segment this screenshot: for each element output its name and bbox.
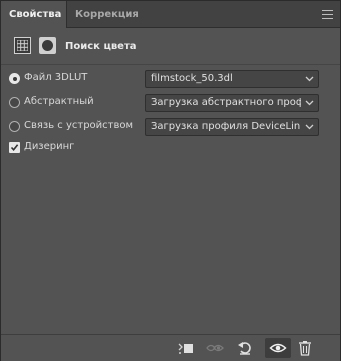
- reset-button[interactable]: [234, 338, 256, 358]
- view-previous-state-button[interactable]: [203, 338, 225, 358]
- radio-abstract[interactable]: [9, 97, 20, 108]
- radio-device-link[interactable]: [9, 121, 20, 132]
- delete-button[interactable]: [295, 338, 317, 358]
- dropdown-value: Загрузка профиля DeviceLink...: [151, 121, 301, 132]
- label-device-link: Связь с устройством: [24, 120, 134, 131]
- checkmark-icon: [10, 144, 19, 152]
- visibility-eye-icon: [269, 343, 287, 353]
- adjustment-layer-icon[interactable]: [14, 37, 31, 54]
- panel-menu-icon[interactable]: [322, 10, 333, 19]
- dropdown-value: filmstock_50.3dl: [151, 73, 233, 84]
- dropdown-value: Загрузка абстрактного профи...: [151, 97, 301, 108]
- bottom-toolbar: [1, 334, 340, 361]
- panel-title: Поиск цвета: [65, 41, 137, 52]
- option-row-3dlut: Файл 3DLUT filmstock_50.3dl: [1, 68, 340, 90]
- toggle-visibility-button[interactable]: [265, 338, 291, 358]
- clip-to-layer-button[interactable]: [175, 338, 197, 358]
- header-divider: [1, 64, 340, 65]
- option-row-device-link: Связь с устройством Загрузка профиля Dev…: [1, 116, 340, 138]
- chevron-down-icon: [305, 100, 314, 106]
- panel-header: Поиск цвета: [1, 28, 340, 64]
- option-row-abstract: Абстрактный Загрузка абстрактного профи.…: [1, 92, 340, 114]
- chevron-down-icon: [305, 124, 314, 130]
- radio-3dlut-file[interactable]: [9, 73, 20, 84]
- trash-icon: [299, 341, 311, 356]
- dithering-checkbox[interactable]: [9, 142, 20, 153]
- properties-panel: Свойства Коррекция Поиск цвета Файл 3DLU…: [0, 0, 341, 361]
- tab-bar: Свойства Коррекция: [1, 1, 340, 28]
- tab-properties[interactable]: Свойства: [1, 1, 67, 28]
- option-row-dithering: Дизеринг: [1, 137, 340, 159]
- label-dithering: Дизеринг: [24, 141, 75, 152]
- dropdown-3dlut-file[interactable]: filmstock_50.3dl: [145, 70, 319, 88]
- label-abstract: Абстрактный: [24, 96, 94, 107]
- label-3dlut-file: Файл 3DLUT: [24, 72, 88, 83]
- tab-adjustments[interactable]: Коррекция: [67, 1, 147, 27]
- reset-icon: [238, 342, 251, 355]
- chevron-down-icon: [305, 76, 314, 82]
- view-previous-state-icon: [206, 344, 224, 352]
- dropdown-abstract-profile[interactable]: Загрузка абстрактного профи...: [145, 94, 319, 112]
- layer-mask-icon[interactable]: [39, 37, 56, 54]
- dropdown-device-link-profile[interactable]: Загрузка профиля DeviceLink...: [145, 118, 319, 136]
- clip-to-layer-icon: [178, 343, 193, 354]
